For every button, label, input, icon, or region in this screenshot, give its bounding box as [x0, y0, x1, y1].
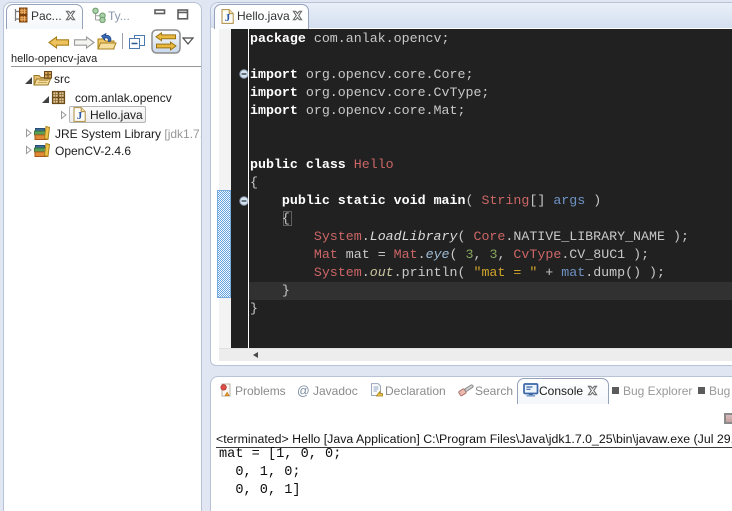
svg-text:J: J — [225, 12, 231, 24]
svg-text:J: J — [77, 110, 83, 122]
